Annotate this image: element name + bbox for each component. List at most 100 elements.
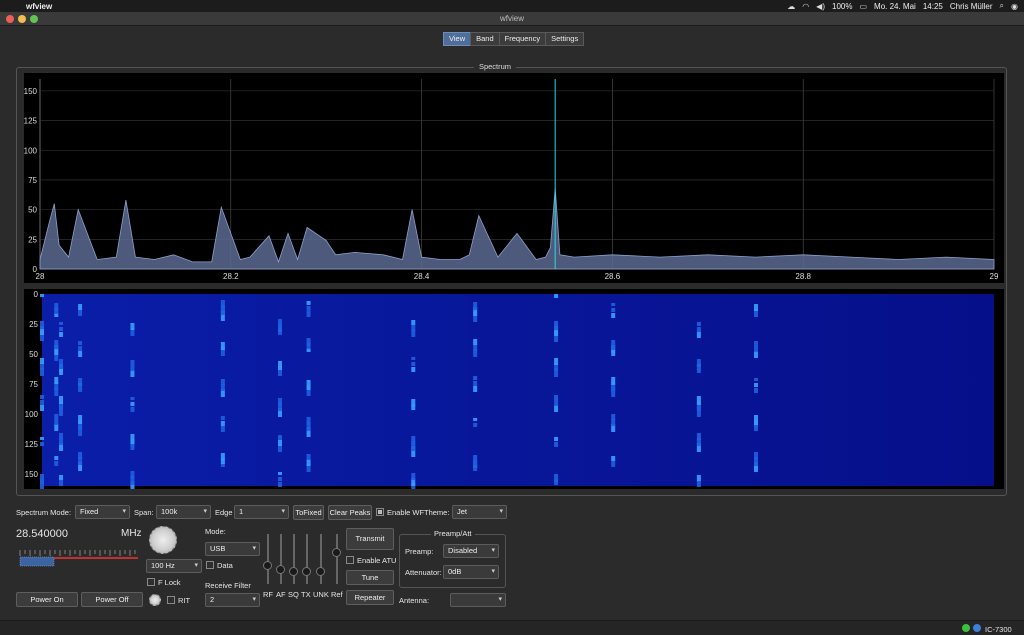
waterfall-signal-segment	[411, 362, 416, 366]
spectrum-x-tick-label: 28	[36, 272, 45, 281]
window-title: wfview	[499, 14, 524, 23]
waterfall-signal-segment	[696, 433, 701, 440]
rit-dial[interactable]	[149, 594, 161, 606]
ref-slider-handle[interactable]	[332, 548, 341, 557]
waterfall-signal-segment	[78, 452, 83, 459]
waterfall-signal-segment	[278, 482, 282, 487]
repeater-button[interactable]: Repeater	[346, 590, 394, 605]
mode-select[interactable]: USB	[205, 542, 260, 556]
sq-slider-label: SQ	[288, 590, 299, 599]
spectrum-y-tick-label: 75	[28, 176, 37, 185]
waterfall-signal-segment	[754, 452, 758, 460]
waterfall-signal-segment	[220, 342, 225, 350]
waterfall-signal-segment	[278, 398, 282, 405]
receive-filter-label: Receive Filter	[205, 581, 251, 590]
search-icon[interactable]: ⌕	[1000, 1, 1004, 11]
tune-button[interactable]: Tune	[346, 570, 394, 585]
unk-slider-handle[interactable]	[316, 567, 325, 576]
tab-view[interactable]: View	[443, 32, 472, 46]
tab-settings[interactable]: Settings	[545, 32, 585, 46]
preamp-select[interactable]: Disabled	[443, 544, 499, 558]
edge-select[interactable]: 1	[234, 505, 289, 519]
waterfall-signal-segment	[696, 480, 701, 487]
waterfall-signal-segment	[554, 321, 559, 330]
power-off-button[interactable]: Power Off	[81, 592, 143, 607]
waterfall-signal-segment	[611, 461, 616, 467]
sq-slider-track[interactable]	[293, 534, 295, 584]
waterfall-signal-segment	[130, 397, 135, 400]
waterfall-signal-segment	[59, 327, 64, 331]
theme-select[interactable]: Jet	[452, 505, 507, 519]
waterfall-signal-segment	[473, 418, 478, 421]
antenna-select[interactable]	[450, 593, 506, 607]
flock-checkbox[interactable]	[147, 578, 155, 586]
attenuator-select[interactable]: 0dB	[443, 565, 499, 579]
waterfall-signal-segment	[78, 346, 83, 351]
receive-filter-select[interactable]: 2	[205, 593, 260, 607]
waterfall-signal-segment	[473, 339, 478, 345]
clear-peaks-button[interactable]: Clear Peaks	[328, 505, 372, 520]
menu-extras: ☁ ◠ ◀) 100% ▭ Mo. 24. Mai 14:25 Chris Mü…	[787, 0, 1018, 12]
sq-slider-handle[interactable]	[289, 567, 298, 576]
waterfall-signal-segment	[554, 358, 559, 365]
waterfall-signal-segment	[278, 445, 282, 452]
ref-slider-track[interactable]	[336, 534, 338, 584]
tofixed-button[interactable]: ToFixed	[293, 505, 324, 520]
tab-band[interactable]: Band	[470, 32, 500, 46]
waterfall-signal-segment	[411, 399, 416, 410]
battery-icon[interactable]: ▭	[859, 2, 867, 11]
waterfall-signal-segment	[754, 388, 758, 393]
waterfall-signal-segment	[278, 472, 282, 475]
tuning-step-select[interactable]: 100 Hz	[146, 559, 202, 573]
enable-wf-checkbox[interactable]	[376, 508, 384, 516]
unk-slider-label: UNK	[313, 590, 329, 599]
menu-user[interactable]: Chris Müller	[950, 2, 993, 11]
waterfall-signal-segment	[130, 323, 135, 330]
rf-slider-track[interactable]	[267, 534, 269, 584]
wifi-icon[interactable]: ◠	[802, 2, 809, 11]
unk-slider-track[interactable]	[320, 534, 322, 584]
spectrum-y-tick-label: 100	[24, 146, 38, 155]
menu-app-name[interactable]: wfview	[26, 2, 52, 11]
window-titlebar: wfview	[0, 12, 1024, 26]
tx-slider-handle[interactable]	[302, 567, 311, 576]
tx-slider-track[interactable]	[306, 534, 308, 584]
waterfall-signal-segment	[696, 359, 701, 370]
enable-atu-checkbox[interactable]	[346, 556, 354, 564]
waterfall-y-tick-label: 100	[25, 410, 39, 419]
rf-slider-handle[interactable]	[263, 561, 272, 570]
waterfall-signal-segment	[40, 358, 44, 364]
waterfall-signal-segment	[59, 359, 64, 369]
waterfall-signal-segment	[40, 405, 44, 411]
waterfall-signal-segment	[220, 379, 225, 385]
waterfall-signal-segment	[754, 378, 758, 381]
waterfall-signal-segment	[754, 351, 758, 358]
span-select[interactable]: 100k	[156, 505, 211, 519]
spectrum-mode-select[interactable]: Fixed	[75, 505, 130, 519]
af-slider-handle[interactable]	[276, 565, 285, 574]
enable-wf-label: Enable WF	[387, 508, 425, 517]
waterfall-signal-segment	[54, 456, 59, 460]
af-slider-track[interactable]	[280, 534, 282, 584]
data-checkbox[interactable]	[206, 561, 214, 569]
waterfall-signal-segment	[306, 417, 311, 425]
spectrum-group-title: Spectrum	[473, 62, 517, 71]
waterfall-signal-segment	[54, 303, 59, 314]
cloud-icon[interactable]: ☁	[787, 2, 795, 11]
tab-bar: View Band Frequency Settings	[443, 32, 585, 46]
menu-date[interactable]: Mo. 24. Mai	[874, 2, 916, 11]
rit-checkbox[interactable]	[167, 596, 175, 604]
radio-model: IC-7300	[985, 625, 1012, 634]
power-on-button[interactable]: Power On	[16, 592, 78, 607]
menu-time[interactable]: 14:25	[923, 2, 943, 11]
volume-icon[interactable]: ◀)	[816, 2, 825, 11]
tab-frequency[interactable]: Frequency	[498, 32, 547, 46]
waterfall-y-tick-label: 0	[34, 290, 39, 299]
waterfall-signal-segment	[306, 338, 311, 349]
battery-percent[interactable]: 100%	[832, 2, 852, 11]
waterfall-signal-segment	[40, 294, 44, 297]
control-center-icon[interactable]: ◉	[1011, 2, 1018, 11]
tuning-dial[interactable]	[149, 526, 177, 554]
spectrum-y-tick-label: 125	[24, 117, 38, 126]
transmit-button[interactable]: Transmit	[346, 528, 394, 550]
